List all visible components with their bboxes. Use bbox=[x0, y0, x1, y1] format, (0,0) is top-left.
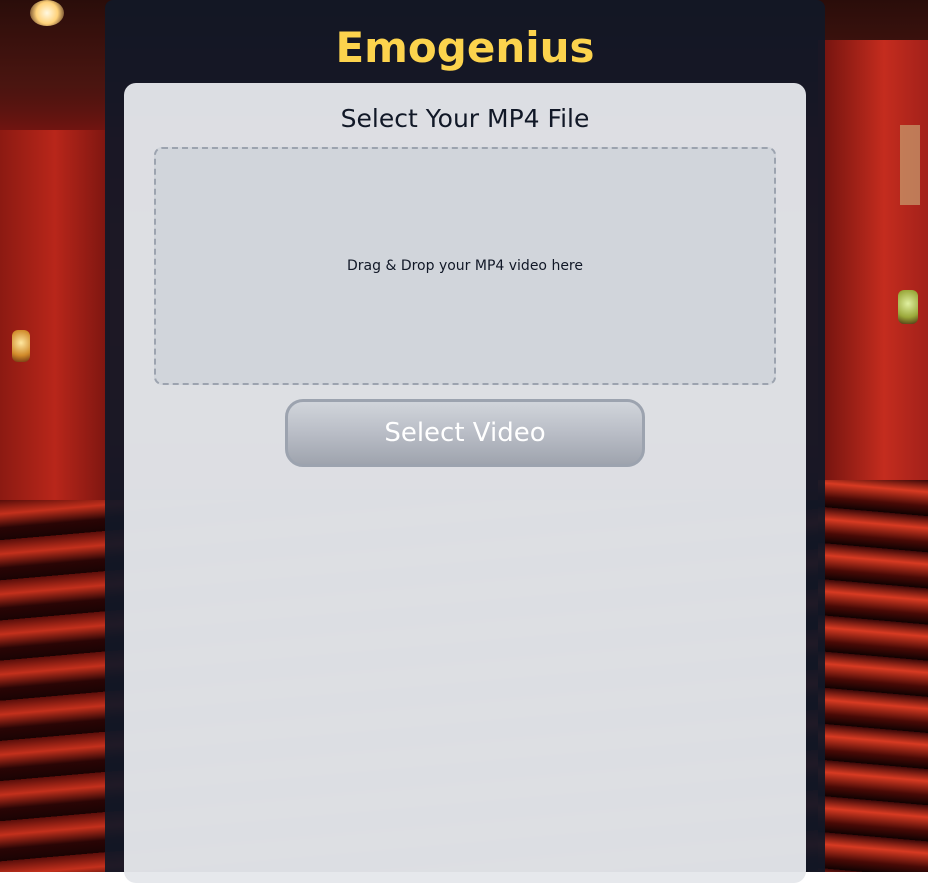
app-title: Emogenius bbox=[335, 23, 595, 72]
upload-heading: Select Your MP4 File bbox=[340, 104, 590, 133]
drop-zone-text: Drag & Drop your MP4 video here bbox=[347, 258, 583, 274]
background-wall-left bbox=[0, 130, 110, 510]
video-drop-zone[interactable]: Drag & Drop your MP4 video here bbox=[154, 147, 776, 385]
wall-frame-right bbox=[900, 125, 920, 205]
wall-sconce-right-icon bbox=[898, 290, 918, 324]
main-panel: Emogenius Select Your MP4 File Drag & Dr… bbox=[105, 0, 825, 883]
ceiling-lamp-icon bbox=[30, 0, 64, 26]
upload-card: Select Your MP4 File Drag & Drop your MP… bbox=[124, 83, 806, 883]
background-wall-right bbox=[818, 40, 928, 520]
background-seats-right bbox=[818, 480, 928, 872]
wall-sconce-left-icon bbox=[12, 330, 30, 362]
select-video-button[interactable]: Select Video bbox=[285, 399, 645, 467]
